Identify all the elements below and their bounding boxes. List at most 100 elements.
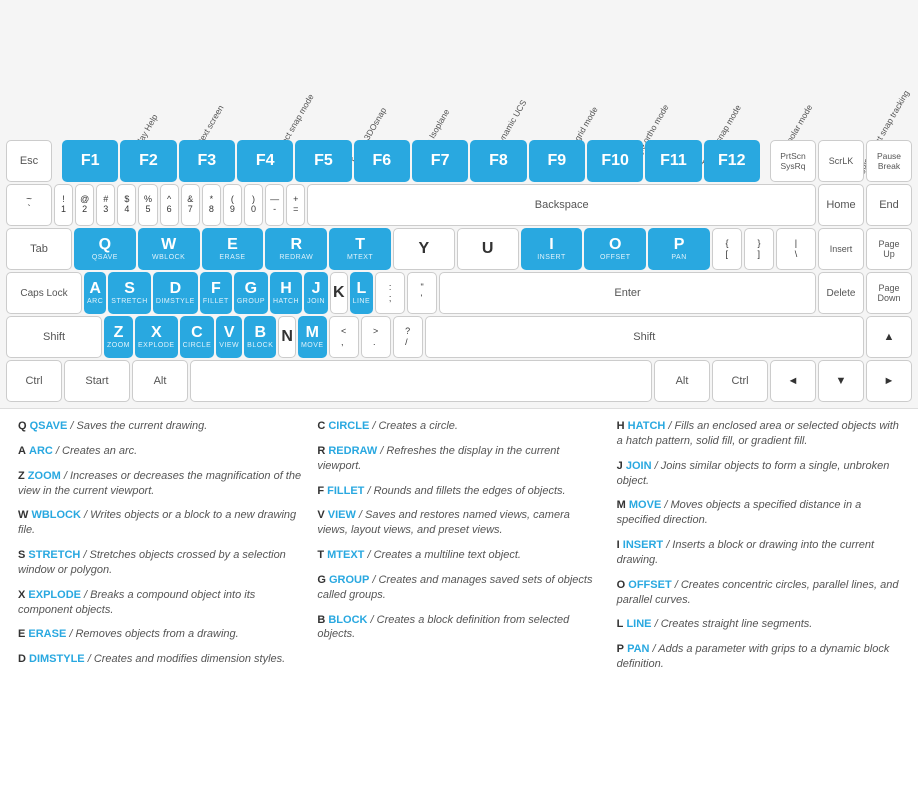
- key-t-main: T: [355, 237, 365, 253]
- key-b[interactable]: BBLOCK: [244, 316, 276, 358]
- key-f3[interactable]: F3: [179, 140, 235, 182]
- legend-desc-dimstyle: / Creates and modifies dimension styles.: [88, 653, 285, 665]
- key-f1[interactable]: F1: [62, 140, 118, 182]
- key-f10[interactable]: F10: [587, 140, 643, 182]
- key-arrow-down[interactable]: ▼: [818, 360, 864, 402]
- key-i[interactable]: IINSERT: [521, 228, 583, 270]
- key-prtscn[interactable]: PrtScn SysRq: [770, 140, 816, 182]
- key-esc[interactable]: Esc: [6, 140, 52, 182]
- key-slash[interactable]: ?/: [393, 316, 423, 358]
- legend-cmd-fillet: FILLET: [327, 485, 364, 497]
- key-num-8[interactable]: *8: [202, 184, 221, 226]
- key-pageup[interactable]: PageUp: [866, 228, 912, 270]
- key-f-main: F: [211, 281, 221, 297]
- key-num-0[interactable]: )0: [244, 184, 263, 226]
- key-p[interactable]: PPAN: [648, 228, 710, 270]
- key-esc-label: Esc: [20, 155, 38, 167]
- key-num-1[interactable]: !1: [54, 184, 73, 226]
- key-f9[interactable]: F9: [529, 140, 585, 182]
- key-arrow-up[interactable]: ▲: [866, 316, 912, 358]
- legend-key-offset: O: [617, 579, 626, 591]
- key-space[interactable]: [190, 360, 652, 402]
- key-colon[interactable]: :;: [375, 272, 405, 314]
- key-pagedown[interactable]: PageDown: [866, 272, 912, 314]
- key-e[interactable]: EERASE: [202, 228, 264, 270]
- key-y[interactable]: Y: [393, 228, 455, 270]
- key-num-9[interactable]: (9: [223, 184, 242, 226]
- key-end[interactable]: End: [866, 184, 912, 226]
- key-num-3[interactable]: #3: [96, 184, 115, 226]
- key-ctrl-left[interactable]: Ctrl: [6, 360, 62, 402]
- key-arrow-right[interactable]: ►: [866, 360, 912, 402]
- key-f4[interactable]: F4: [237, 140, 293, 182]
- key-gtlt[interactable]: >.: [361, 316, 391, 358]
- key-close-bracket[interactable]: }]: [744, 228, 774, 270]
- key-ltgt[interactable]: <,: [329, 316, 359, 358]
- key-t[interactable]: TMTEXT: [329, 228, 391, 270]
- key-v[interactable]: VVIEW: [216, 316, 242, 358]
- key-f2[interactable]: F2: [120, 140, 176, 182]
- legend-cmd-insert: INSERT: [623, 539, 663, 551]
- key-h-sub: HATCH: [273, 298, 299, 306]
- key-alt-left[interactable]: Alt: [132, 360, 188, 402]
- key-home[interactable]: Home: [818, 184, 864, 226]
- key-u[interactable]: U: [457, 228, 519, 270]
- key-f8[interactable]: F8: [470, 140, 526, 182]
- key-delete[interactable]: Delete: [818, 272, 864, 314]
- key-insert[interactable]: Insert: [818, 228, 864, 270]
- key-g[interactable]: GGROUP: [234, 272, 268, 314]
- key-a[interactable]: AARC: [84, 272, 106, 314]
- key-scrlk[interactable]: ScrLK: [818, 140, 864, 182]
- key-tilde[interactable]: ~ `: [6, 184, 52, 226]
- key-f3-label: F3: [197, 153, 216, 169]
- key-num-4[interactable]: $4: [117, 184, 136, 226]
- key-m[interactable]: MMOVE: [298, 316, 327, 358]
- key-w[interactable]: WWBLOCK: [138, 228, 200, 270]
- key-num-7[interactable]: &7: [181, 184, 200, 226]
- key-f7[interactable]: F7: [412, 140, 468, 182]
- key-f12[interactable]: F12: [704, 140, 760, 182]
- key-capslock[interactable]: Caps Lock: [6, 272, 82, 314]
- key-o[interactable]: OOFFSET: [584, 228, 646, 270]
- key-num-2[interactable]: @2: [75, 184, 94, 226]
- key-z[interactable]: ZZOOM: [104, 316, 133, 358]
- key-backspace[interactable]: Backspace: [307, 184, 816, 226]
- key-f[interactable]: FFILLET: [200, 272, 232, 314]
- key-h[interactable]: HHATCH: [270, 272, 302, 314]
- key-num-=[interactable]: +=: [286, 184, 305, 226]
- key-j[interactable]: JJOIN: [304, 272, 328, 314]
- num-keys-group: !1@2#3$4%5^6&7*8(9)0—-+=: [54, 184, 305, 226]
- key-enter[interactable]: Enter: [439, 272, 816, 314]
- key-shift-right[interactable]: Shift: [425, 316, 864, 358]
- key-quote[interactable]: "': [407, 272, 437, 314]
- key-x[interactable]: XEXPLODE: [135, 316, 178, 358]
- key-open-bracket-label: {[: [725, 238, 728, 260]
- key-num-bot: 7: [188, 205, 193, 215]
- key-s[interactable]: SSTRETCH: [108, 272, 151, 314]
- key-c[interactable]: CCIRCLE: [180, 316, 215, 358]
- key-alt-right[interactable]: Alt: [654, 360, 710, 402]
- key-l[interactable]: LLINE: [350, 272, 374, 314]
- key-backslash[interactable]: |\: [776, 228, 816, 270]
- key-x-main: X: [151, 325, 162, 341]
- key-r[interactable]: RREDRAW: [265, 228, 327, 270]
- key-n[interactable]: N: [278, 316, 296, 358]
- key-num--[interactable]: —-: [265, 184, 284, 226]
- key-open-bracket[interactable]: {[: [712, 228, 742, 270]
- key-q[interactable]: QQSAVE: [74, 228, 136, 270]
- key-start[interactable]: Start: [64, 360, 130, 402]
- key-k[interactable]: K: [330, 272, 348, 314]
- fn-label-f10: Toggle polar mode: [762, 128, 832, 138]
- key-d[interactable]: DDIMSTYLE: [153, 272, 198, 314]
- legend-cmd-circle: CIRCLE: [328, 420, 369, 432]
- key-shift-left[interactable]: Shift: [6, 316, 102, 358]
- key-pause[interactable]: PauseBreak: [866, 140, 912, 182]
- key-arrow-left[interactable]: ◄: [770, 360, 816, 402]
- key-f11[interactable]: F11: [645, 140, 701, 182]
- key-num-5[interactable]: %5: [138, 184, 157, 226]
- key-ctrl-right[interactable]: Ctrl: [712, 360, 768, 402]
- key-tab[interactable]: Tab: [6, 228, 72, 270]
- key-f6[interactable]: F6: [354, 140, 410, 182]
- key-f5[interactable]: F5: [295, 140, 351, 182]
- key-num-6[interactable]: ^6: [160, 184, 179, 226]
